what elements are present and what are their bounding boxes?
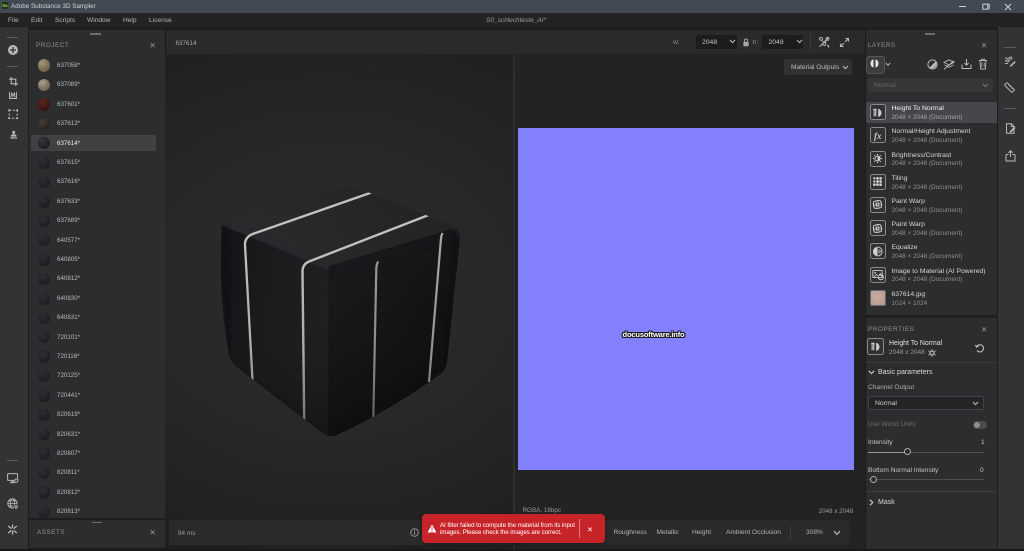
svg-text:fx: fx bbox=[874, 131, 882, 141]
